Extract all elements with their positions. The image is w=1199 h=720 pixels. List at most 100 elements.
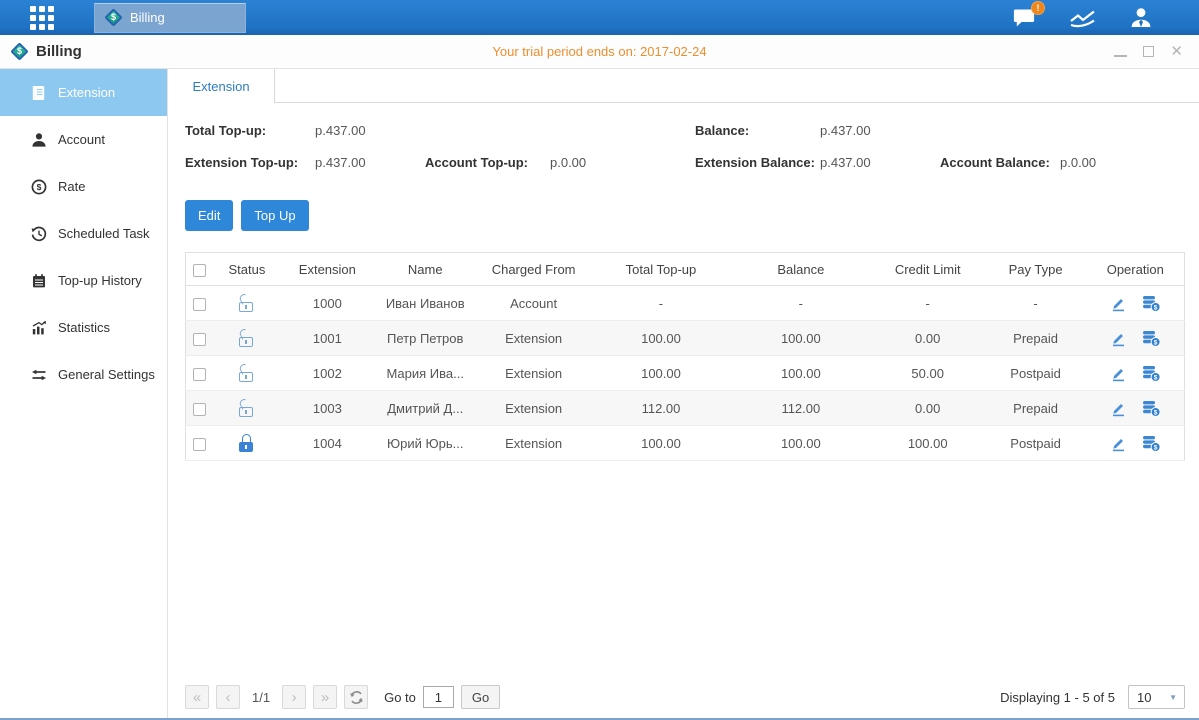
table-row: 1002 Мария Ива... Extension 100.00 100.0… [186,356,1185,391]
edit-row-icon[interactable] [1110,435,1127,452]
sidebar-item-general-settings[interactable]: General Settings [0,351,167,398]
sliders-icon [31,367,47,383]
col-status: Status [213,253,280,286]
col-charged-from: Charged From [476,253,591,286]
sidebar-item-label: Account [58,132,105,147]
svg-text:$: $ [1154,409,1158,416]
account-topup-value: p.0.00 [550,155,586,170]
window-controls: ✕ [1114,44,1183,59]
edit-button[interactable]: Edit [185,200,233,231]
billing-app-window: $ Billing ! $ Billing Your trial period … [0,0,1199,720]
top-up-row-icon[interactable]: $ [1142,365,1161,382]
col-extension: Extension [280,253,374,286]
sidebar-item-label: Statistics [58,320,110,335]
table-row: 1004 Юрий Юрь... Extension 100.00 100.00… [186,426,1185,461]
pagination-bar: « ‹ 1/1 › » Go to Go Displaying 1 - 5 of… [185,685,1185,718]
svg-text:$: $ [1154,339,1158,346]
col-operation: Operation [1087,253,1185,286]
extension-table: Status Extension Name Charged From Total… [185,252,1185,461]
col-credit-limit: Credit Limit [871,253,985,286]
sidebar-item-label: Extension [58,85,115,100]
extension-book-icon [31,85,47,101]
page-size-select[interactable]: 10 ▼ [1128,685,1185,709]
lock-status-icon[interactable] [238,329,255,347]
tab-bar: Extension [168,69,1199,103]
extension-balance-label: Extension Balance: [695,155,815,170]
lock-status-icon[interactable] [238,399,255,417]
account-user-icon[interactable] [1129,7,1153,28]
extension-topup-label: Extension Top-up: [185,155,298,170]
extension-balance-value: p.437.00 [820,155,871,170]
sidebar: Extension Account $ Rate Scheduled Task … [0,69,168,718]
desktop-topbar: $ Billing ! [0,0,1199,35]
extension-topup-value: p.437.00 [315,155,366,170]
prev-page-button[interactable]: ‹ [216,685,240,709]
go-button[interactable]: Go [461,685,500,709]
maximize-icon[interactable] [1143,46,1154,57]
app-grid-icon[interactable] [30,6,54,30]
billing-diamond-icon: $ [104,8,122,26]
lock-status-icon[interactable] [238,294,255,312]
close-icon[interactable]: ✕ [1170,44,1183,59]
main-panel: Extension Total Top-up: p.437.00 Balance… [168,69,1199,718]
first-page-button[interactable]: « [185,685,209,709]
table-row: 1001 Петр Петров Extension 100.00 100.00… [186,321,1185,356]
row-checkbox[interactable] [193,368,206,381]
goto-page-input[interactable] [423,686,454,708]
top-up-button[interactable]: Top Up [241,200,308,231]
refresh-button[interactable] [344,685,368,709]
edit-row-icon[interactable] [1110,400,1127,417]
col-name: Name [374,253,476,286]
edit-row-icon[interactable] [1110,330,1127,347]
tab-extension[interactable]: Extension [168,69,275,103]
sidebar-item-rate[interactable]: $ Rate [0,163,167,210]
sidebar-item-label: Scheduled Task [58,226,150,241]
refresh-icon [349,690,364,705]
svg-text:$: $ [1154,444,1158,451]
notification-badge: ! [1031,1,1045,15]
table-header-row: Status Extension Name Charged From Total… [186,253,1185,286]
row-checkbox[interactable] [193,298,206,311]
last-page-button[interactable]: » [313,685,337,709]
next-page-button[interactable]: › [282,685,306,709]
sidebar-item-label: Rate [58,179,85,194]
select-all-checkbox[interactable] [193,264,206,277]
svg-text:$: $ [1154,304,1158,311]
col-total-topup: Total Top-up [591,253,731,286]
goto-label: Go to [384,690,416,705]
total-topup-value: p.437.00 [315,123,366,138]
sidebar-item-topup-history[interactable]: Top-up History [0,257,167,304]
sidebar-item-statistics[interactable]: Statistics [0,304,167,351]
edit-row-icon[interactable] [1110,365,1127,382]
window-title: $ Billing [13,43,82,60]
taskbar-tab-billing[interactable]: $ Billing [94,3,246,33]
top-up-row-icon[interactable]: $ [1142,435,1161,452]
row-checkbox[interactable] [193,403,206,416]
top-up-row-icon[interactable]: $ [1142,400,1161,417]
displaying-text: Displaying 1 - 5 of 5 [1000,690,1115,705]
clock-history-icon [31,226,47,242]
edit-row-icon[interactable] [1110,295,1127,312]
top-up-row-icon[interactable]: $ [1142,330,1161,347]
table-row: 1000 Иван Иванов Account - - - - $ [186,286,1185,321]
col-pay-type: Pay Type [985,253,1087,286]
page-size-value: 10 [1129,690,1169,705]
minimize-icon[interactable] [1114,47,1127,57]
top-up-row-icon[interactable]: $ [1142,295,1161,312]
page-indicator: 1/1 [252,690,270,705]
lock-status-icon[interactable] [238,364,255,382]
row-checkbox[interactable] [193,333,206,346]
svg-text:$: $ [1154,374,1158,381]
messages-icon[interactable]: ! [1013,8,1036,28]
taskbar-tab-label: Billing [130,10,165,25]
lock-status-icon[interactable] [238,434,255,452]
total-topup-label: Total Top-up: [185,123,266,138]
account-balance-value: p.0.00 [1060,155,1096,170]
row-checkbox[interactable] [193,438,206,451]
sidebar-item-extension[interactable]: Extension [0,69,167,116]
sidebar-item-account[interactable]: Account [0,116,167,163]
resource-monitor-icon[interactable] [1069,8,1096,28]
topbar-status-icons: ! [1013,7,1153,28]
svg-text:$: $ [37,182,42,192]
sidebar-item-scheduled-task[interactable]: Scheduled Task [0,210,167,257]
